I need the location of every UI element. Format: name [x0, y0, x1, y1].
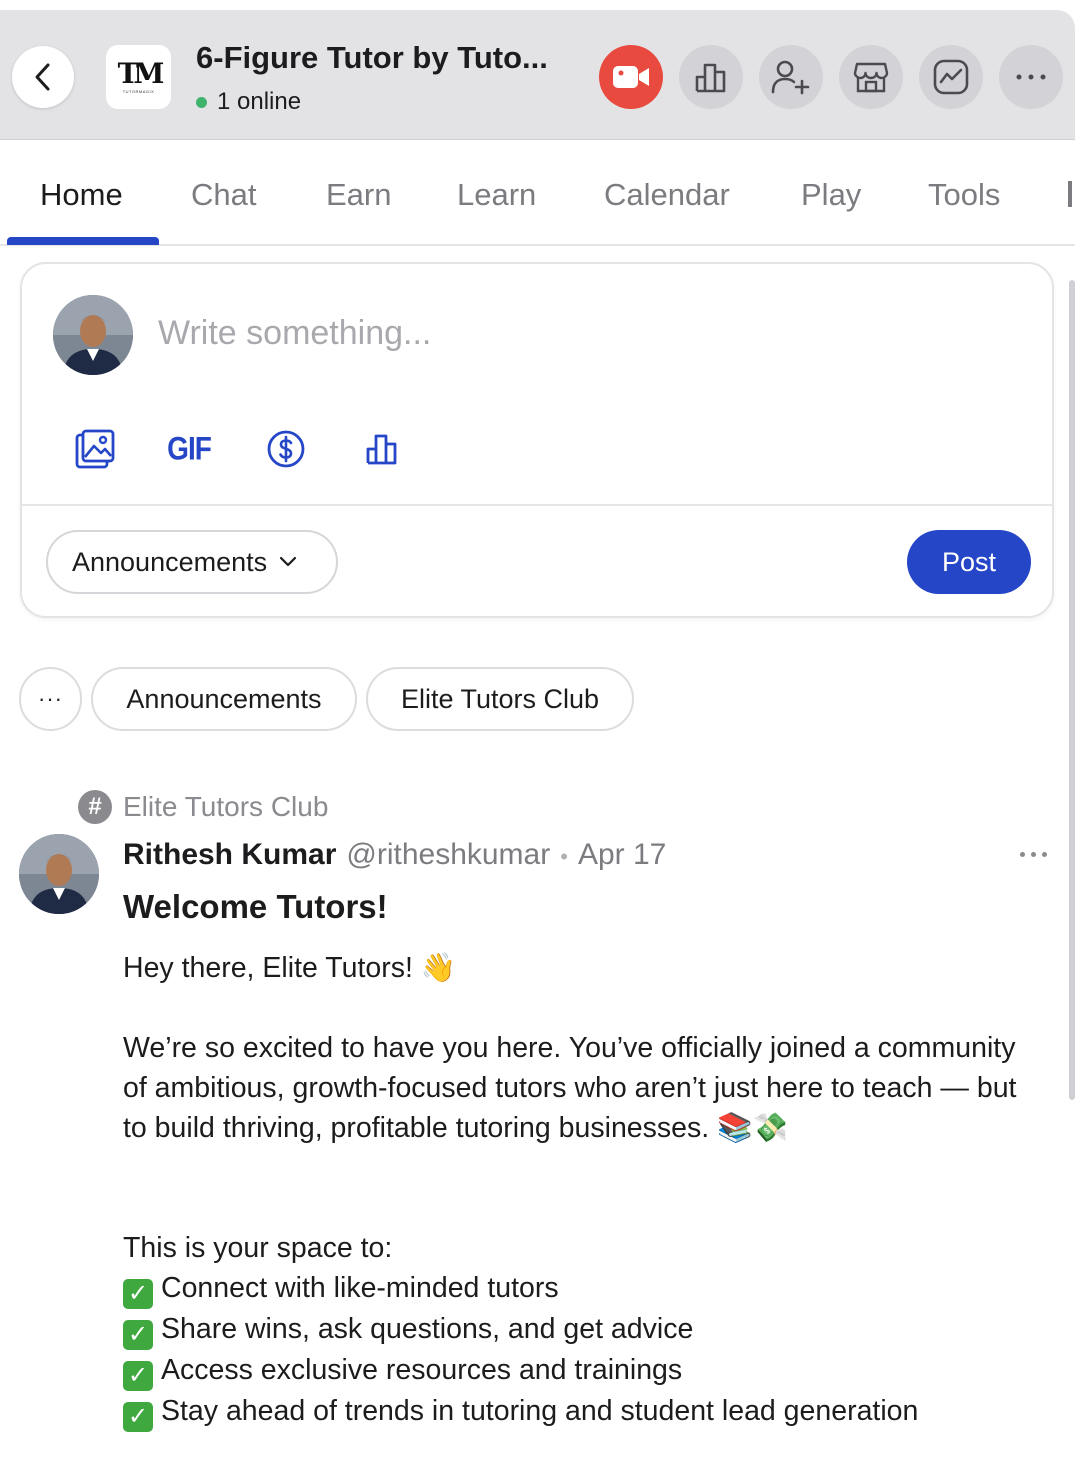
- post-greeting: Hey there, Elite Tutors! 👋: [123, 952, 457, 984]
- group-logo: TM TUTORMAGIX: [106, 45, 171, 109]
- add-payment-button[interactable]: [265, 428, 307, 470]
- list-item-text: Access exclusive resources and trainings: [161, 1354, 683, 1386]
- tab-play[interactable]: Play: [801, 177, 861, 213]
- hashtag-icon: #: [78, 790, 112, 824]
- check-icon: ✓: [123, 1402, 153, 1432]
- list-item: ✓ Connect with like-minded tutors: [123, 1268, 1043, 1309]
- add-gif-button[interactable]: GIF: [167, 428, 212, 470]
- post-composer: Write something... GIF Announcements Pos…: [20, 262, 1054, 618]
- list-item-text: Stay ahead of trends in tutoring and stu…: [161, 1395, 919, 1427]
- image-icon: [75, 429, 115, 469]
- video-camera-icon: [613, 66, 649, 88]
- group-title[interactable]: 6-Figure Tutor by Tuto...: [196, 40, 548, 76]
- avatar-photo-icon: [53, 295, 133, 375]
- post-channel-name: Elite Tutors Club: [123, 791, 329, 822]
- tab-home[interactable]: Home: [40, 177, 123, 213]
- chevron-left-icon: [35, 63, 50, 91]
- add-user-icon: [771, 60, 810, 95]
- more-dot-icon: [1020, 852, 1025, 857]
- avatar-photo-icon: [19, 834, 99, 914]
- scrollbar[interactable]: [1069, 280, 1075, 1100]
- more-options-button[interactable]: [999, 45, 1063, 109]
- check-icon: ✓: [123, 1279, 153, 1309]
- list-item: ✓ Share wins, ask questions, and get advi…: [123, 1309, 1043, 1350]
- post-author[interactable]: Rithesh Kumar: [123, 838, 336, 872]
- back-button[interactable]: [12, 46, 74, 108]
- list-item: ✓ Stay ahead of trends in tutoring and st…: [123, 1391, 1043, 1432]
- channel-select-value: Announcements: [72, 546, 268, 577]
- checklist: ✓ Connect with like-minded tutors ✓ Share …: [123, 1268, 1043, 1432]
- channel-select[interactable]: Announcements: [46, 530, 338, 594]
- video-call-button[interactable]: [599, 45, 663, 109]
- analytics-button[interactable]: [919, 45, 983, 109]
- tab-earn[interactable]: Earn: [326, 177, 391, 213]
- author-avatar[interactable]: [19, 834, 99, 914]
- online-status: 1 online: [196, 88, 301, 116]
- list-item-text: Share wins, ask questions, and get advic…: [161, 1313, 694, 1345]
- tab-calendar[interactable]: Calendar: [604, 177, 730, 213]
- list-item-text: Connect with like-minded tutors: [161, 1272, 559, 1304]
- post-input[interactable]: Write something...: [158, 314, 431, 353]
- post-more-button[interactable]: [1020, 852, 1047, 857]
- dollar-circle-icon: [267, 430, 305, 468]
- filter-chip-announcements[interactable]: Announcements: [91, 667, 357, 731]
- post-title: Welcome Tutors!: [123, 888, 388, 925]
- meta-separator: •: [560, 844, 568, 869]
- online-dot-icon: [196, 96, 207, 108]
- post-channel[interactable]: # Elite Tutors Club: [78, 790, 328, 824]
- check-icon: ✓: [123, 1320, 153, 1350]
- add-poll-button[interactable]: [361, 428, 403, 470]
- composer-divider: [22, 504, 1052, 506]
- post-handle[interactable]: @ritheshkumar: [346, 838, 550, 872]
- active-tab-indicator: [7, 237, 159, 245]
- post-date: Apr 17: [577, 838, 667, 871]
- poll-icon: [366, 434, 397, 465]
- store-icon: [853, 62, 889, 93]
- user-avatar: [53, 295, 133, 375]
- add-image-button[interactable]: [74, 428, 116, 470]
- more-dot-icon: [1031, 852, 1036, 857]
- filter-chip-elite-tutors-club[interactable]: Elite Tutors Club: [366, 667, 634, 731]
- chevron-down-icon: [280, 556, 297, 567]
- filter-more-button[interactable]: ···: [19, 667, 82, 731]
- post-list-intro: This is your space to:: [123, 1232, 393, 1264]
- post-button[interactable]: Post: [907, 530, 1031, 594]
- tab-learn[interactable]: Learn: [457, 177, 536, 213]
- analytics-icon: [933, 59, 969, 95]
- tab-tools[interactable]: Tools: [928, 177, 1000, 213]
- gif-icon: GIF: [167, 430, 212, 467]
- nav-tabs: Home Chat Earn Learn Calendar Play Tools: [0, 141, 1075, 246]
- check-icon: ✓: [123, 1361, 153, 1391]
- logo-subtext: TUTORMAGIX: [122, 88, 155, 94]
- post-paragraph: We’re so excited to have you here. You’v…: [123, 1032, 1017, 1144]
- more-horizontal-icon: [1016, 74, 1046, 80]
- online-count: 1 online: [217, 88, 302, 115]
- more-dot-icon: [1042, 852, 1047, 857]
- invite-member-button[interactable]: [759, 45, 823, 109]
- list-item: ✓ Access exclusive resources and training…: [123, 1350, 1043, 1391]
- leaderboard-icon: [695, 63, 726, 93]
- leaderboard-button[interactable]: [679, 45, 743, 109]
- post-meta: Rithesh Kumar @ritheshkumar • Apr 17: [123, 838, 666, 872]
- tab-chat[interactable]: Chat: [191, 177, 256, 213]
- tab-overflow-indicator[interactable]: [1068, 181, 1072, 207]
- group-header: TM TUTORMAGIX 6-Figure Tutor by Tuto... …: [0, 10, 1075, 140]
- logo-mark: TM: [117, 56, 165, 90]
- store-button[interactable]: [839, 45, 903, 109]
